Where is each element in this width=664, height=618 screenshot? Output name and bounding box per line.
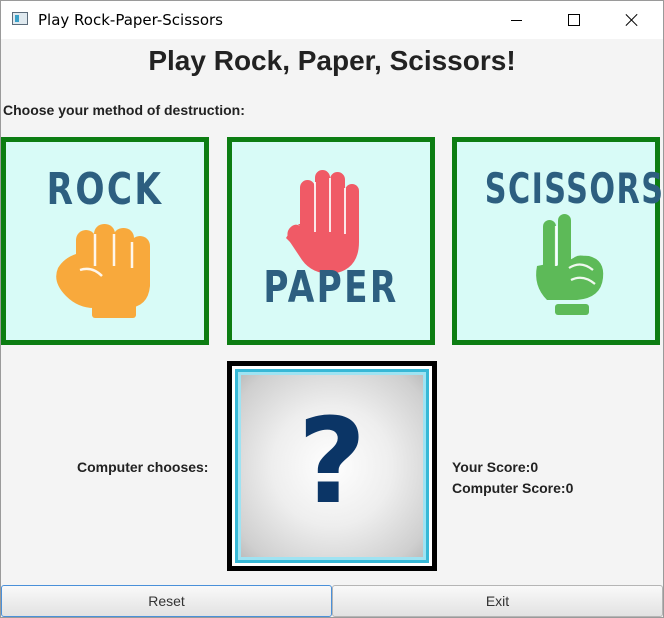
close-button[interactable]	[603, 1, 661, 39]
minimize-icon	[510, 19, 522, 21]
close-icon	[625, 13, 639, 27]
paper-label: PAPER	[263, 262, 399, 313]
rock-button[interactable]: ROCK	[1, 137, 209, 345]
peace-hand-icon	[536, 214, 604, 315]
computer-chooses-label: Computer chooses:	[77, 459, 209, 475]
question-mark-icon: ?	[297, 392, 367, 530]
page-title: Play Rock, Paper, Scissors!	[148, 45, 516, 76]
window-title: Play Rock-Paper-Scissors	[38, 11, 223, 29]
app-window-icon	[12, 12, 28, 25]
exit-button[interactable]: Exit	[332, 585, 663, 617]
scissors-button[interactable]: SCISSORS	[452, 137, 663, 345]
maximize-icon	[568, 14, 580, 26]
maximize-button[interactable]	[545, 1, 603, 39]
title-bar[interactable]: Play Rock-Paper-Scissors	[1, 1, 663, 39]
computer-score: Computer Score:0	[452, 480, 574, 496]
minimize-button[interactable]	[487, 1, 545, 39]
reset-button[interactable]: Reset	[1, 585, 332, 617]
choose-prompt: Choose your method of destruction:	[3, 102, 245, 118]
paper-button[interactable]: PAPER	[227, 137, 435, 345]
your-score: Your Score:0	[452, 459, 539, 475]
app-window: Play Rock-Paper-Scissors Play Rock, Pape…	[0, 0, 664, 618]
fist-icon	[56, 224, 151, 318]
computer-choice-frame: ?	[227, 361, 437, 571]
computer-choice-tile: ?	[235, 369, 429, 563]
